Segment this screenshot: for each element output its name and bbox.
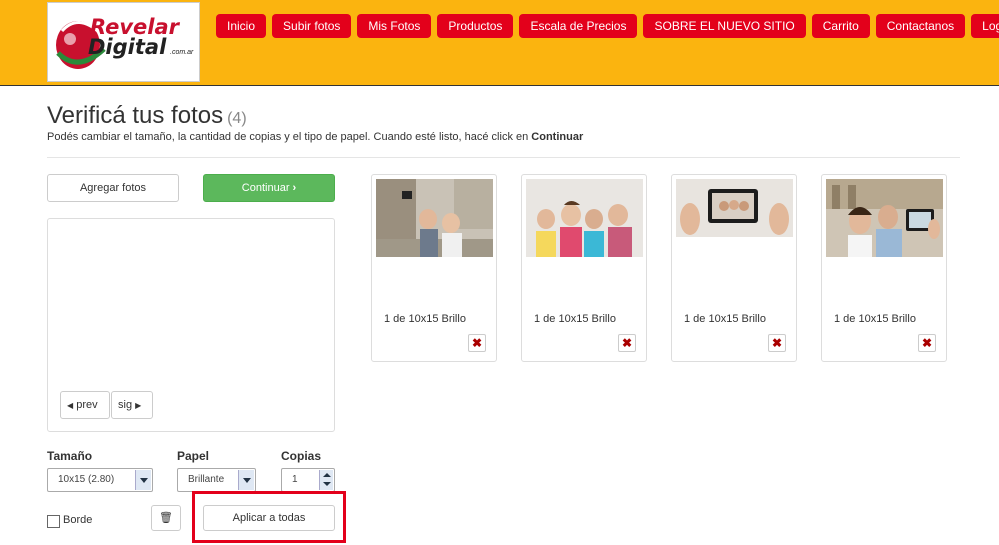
subtitle-bold: Continuar [531,131,584,143]
remove-photo-button[interactable]: ✖ [918,334,936,352]
continue-button[interactable]: Continuar › [203,174,335,202]
photo-card: 1 de 10x15 Brillo ✖ [521,174,647,362]
nav-contactanos[interactable]: Contactanos [875,14,966,38]
logo-suffix: .com.ar [170,49,194,56]
border-checkbox[interactable] [47,515,60,528]
chevron-right-icon: › [292,182,297,194]
divider [47,157,960,158]
continue-label: Continuar [241,182,290,194]
close-icon: ✖ [771,336,783,350]
photo-caption: 1 de 10x15 Brillo [834,313,916,325]
photo-caption: 1 de 10x15 Brillo [684,313,766,325]
remove-photo-button[interactable]: ✖ [468,334,486,352]
highlight-box [192,491,346,543]
nav-mis-fotos[interactable]: Mis Fotos [357,14,432,38]
prev-label: prev [76,399,98,411]
close-icon: ✖ [921,336,933,350]
copies-value: 1 [292,474,298,485]
border-label: Borde [63,514,93,526]
nav-subir-fotos[interactable]: Subir fotos [272,14,352,38]
copies-label: Copias [281,449,322,463]
remove-photo-button[interactable]: ✖ [618,334,636,352]
page-title-text: Verificá tus fotos [47,102,224,129]
nav-sobre-sitio[interactable]: SOBRE EL NUEVO SITIO [643,14,806,38]
paper-label: Papel [177,449,210,463]
photo-thumbnail[interactable] [526,179,643,257]
remove-photo-button[interactable]: ✖ [768,334,786,352]
page-title: Verificá tus fotos (4) [47,102,247,130]
logo-line2: Digital [88,35,167,59]
page-subtitle: Podés cambiar el tamaño, la cantidad de … [47,131,583,143]
trash-icon: 🗑 [159,512,173,524]
size-label: Tamaño [47,449,93,463]
nav-login-label: Login [982,19,999,33]
spinner-arrows-icon[interactable] [319,470,333,490]
paper-value: Brillante [188,474,225,485]
photo-thumbnail[interactable] [376,179,493,257]
site-logo[interactable]: Revelar Digital .com.ar [47,2,200,82]
site-header: Revelar Digital .com.ar Inicio Subir fot… [0,0,999,86]
paper-select[interactable]: Brillante [177,468,256,492]
photo-caption: 1 de 10x15 Brillo [534,313,616,325]
photo-caption: 1 de 10x15 Brillo [384,313,466,325]
logo-line1: Revelar [90,15,180,39]
photo-card: 1 de 10x15 Brillo ✖ [371,174,497,362]
caret-right-icon: ▶ [135,401,142,410]
delete-all-button[interactable]: 🗑 [151,505,181,531]
photo-thumbnail[interactable] [826,179,943,257]
nav-inicio[interactable]: Inicio [216,14,267,38]
dropdown-arrow-icon [238,470,254,490]
close-icon: ✖ [471,336,483,350]
size-select[interactable]: 10x15 (2.80) [47,468,153,492]
next-label: sig [118,399,133,411]
size-value: 10x15 (2.80) [58,474,115,485]
nav-escala-precios[interactable]: Escala de Precios [519,14,638,38]
nav-productos[interactable]: Productos [437,14,514,38]
subtitle-text: Podés cambiar el tamaño, la cantidad de … [47,131,529,143]
photo-card: 1 de 10x15 Brillo ✖ [671,174,797,362]
copies-stepper[interactable]: 1 [281,468,335,492]
close-icon: ✖ [621,336,633,350]
add-photos-button[interactable]: Agregar fotos [47,174,179,202]
dropdown-arrow-icon [135,470,151,490]
next-button[interactable]: sig ▶ [111,391,153,419]
nav-carrito[interactable]: Carrito [811,14,870,38]
main-nav: Inicio Subir fotos Mis Fotos Productos E… [216,14,999,38]
photo-thumbnail[interactable] [676,179,793,257]
photo-count: (4) [227,110,247,127]
prev-button[interactable]: ◀ prev [60,391,110,419]
caret-left-icon: ◀ [67,401,74,410]
nav-login[interactable]: Login [971,14,999,38]
photo-card: 1 de 10x15 Brillo ✖ [821,174,947,362]
